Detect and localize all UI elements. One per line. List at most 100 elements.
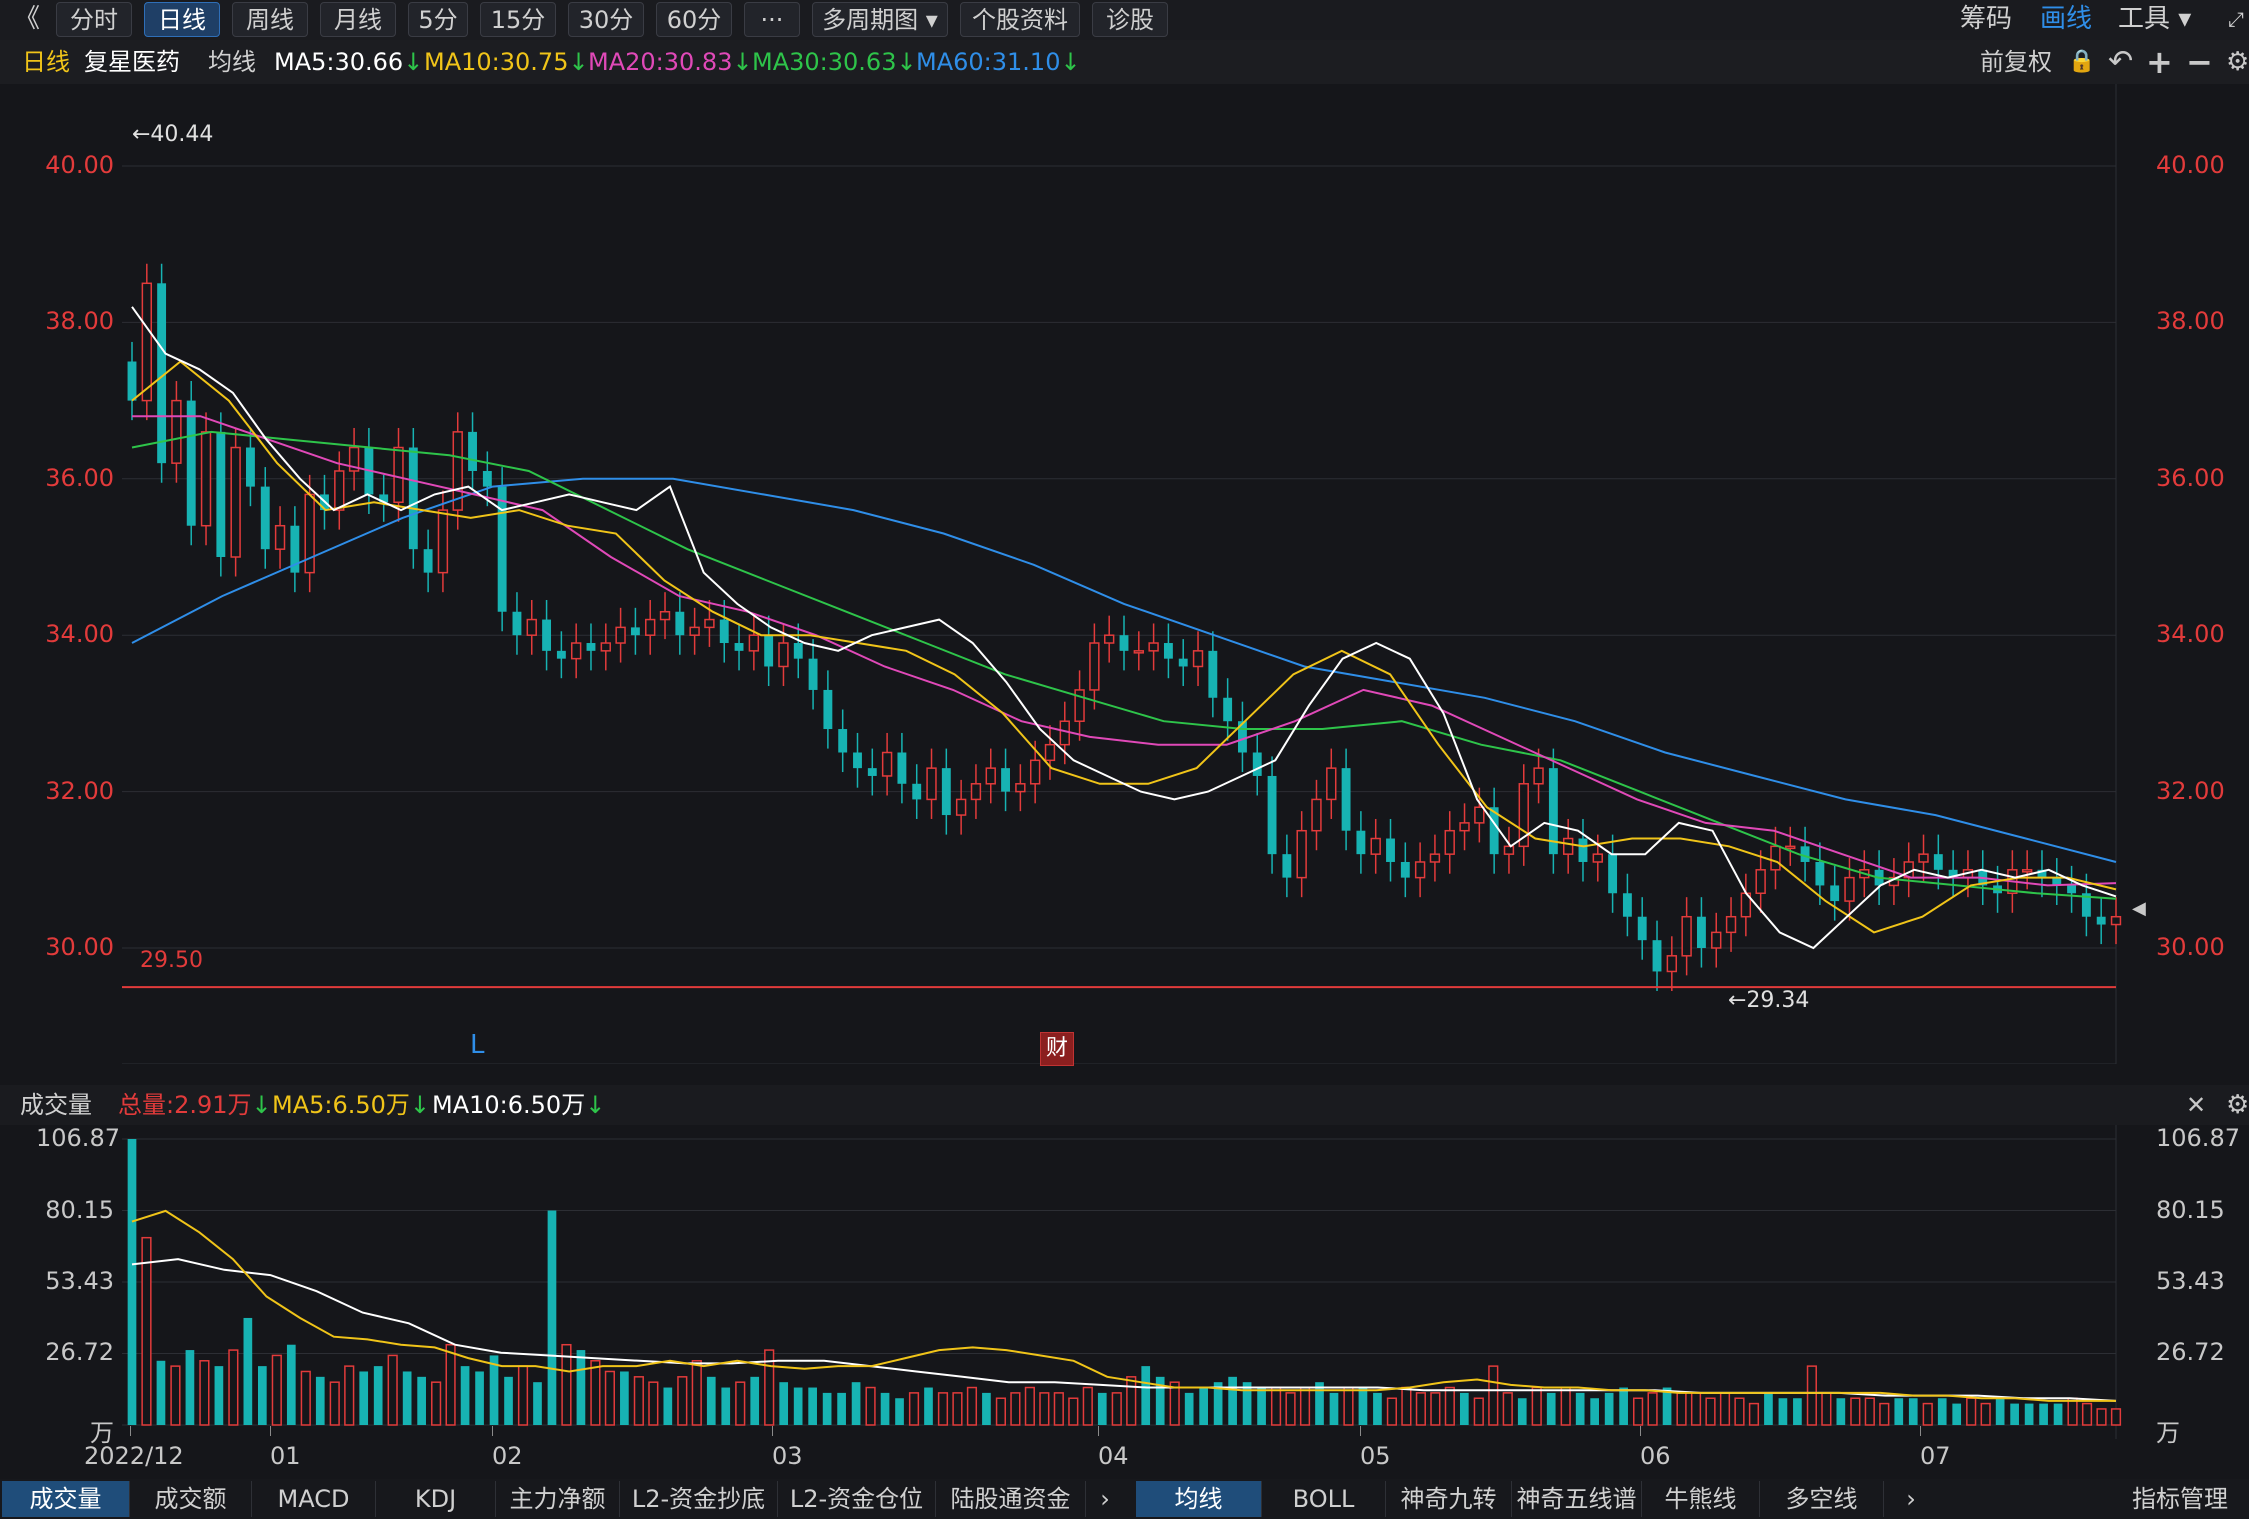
volume-bar[interactable]: [257, 1366, 267, 1425]
avg-label[interactable]: 均线: [208, 40, 256, 84]
volume-bar[interactable]: [1575, 1392, 1585, 1425]
candle-body[interactable]: [1474, 806, 1485, 824]
candle-body[interactable]: [838, 729, 848, 753]
volume-bar[interactable]: [228, 1349, 239, 1426]
volume-bar[interactable]: [1531, 1386, 1542, 1426]
candle-body[interactable]: [1059, 720, 1070, 746]
candle-body[interactable]: [186, 400, 196, 526]
volume-bar[interactable]: [359, 1371, 369, 1425]
candle-body[interactable]: [526, 618, 537, 636]
candle-body[interactable]: [1104, 634, 1115, 644]
candle-body[interactable]: [1696, 916, 1706, 948]
volume-bar[interactable]: [1270, 1386, 1282, 1426]
volume-gear-icon[interactable]: ⚙: [2226, 1085, 2249, 1125]
volume-bar[interactable]: [1908, 1398, 1918, 1425]
volume-bar[interactable]: [402, 1371, 412, 1425]
candle-body[interactable]: [482, 470, 492, 487]
candle-body[interactable]: [1918, 853, 1929, 863]
tools-button[interactable]: 工具 ▾: [2118, 2, 2191, 37]
volume-bar[interactable]: [1806, 1365, 1817, 1426]
volume-bar[interactable]: [1068, 1397, 1079, 1426]
candle-body[interactable]: [853, 752, 862, 769]
volume-bar[interactable]: [1329, 1392, 1339, 1425]
volume-bar[interactable]: [460, 1366, 470, 1425]
volume-bar[interactable]: [1415, 1392, 1426, 1426]
overlay-tab-3[interactable]: 神奇五线谱: [1512, 1481, 1642, 1517]
volume-bar[interactable]: [1966, 1397, 1977, 1426]
zoom-in-icon[interactable]: +: [2146, 40, 2173, 84]
candle-body[interactable]: [1356, 830, 1366, 855]
candle-body[interactable]: [823, 689, 833, 730]
candle-body[interactable]: [1578, 838, 1588, 862]
candle-body[interactable]: [468, 431, 477, 471]
volume-bar[interactable]: [1952, 1403, 1962, 1425]
candle-body[interactable]: [586, 643, 596, 651]
candle-body[interactable]: [1681, 915, 1692, 957]
volume-bar[interactable]: [2110, 1408, 2122, 1426]
tab-11[interactable]: 诊股: [1092, 2, 1168, 37]
volume-bar[interactable]: [837, 1392, 846, 1425]
indicator-tab-3[interactable]: KDJ: [376, 1481, 496, 1517]
volume-bar[interactable]: [1488, 1365, 1499, 1426]
volume-bar[interactable]: [1748, 1402, 1760, 1426]
candle-body[interactable]: [912, 783, 922, 800]
candle-body[interactable]: [1770, 845, 1781, 871]
candle-body[interactable]: [985, 767, 996, 785]
volume-bar[interactable]: [1039, 1392, 1050, 1426]
volume-bar[interactable]: [387, 1354, 398, 1426]
candle-body[interactable]: [570, 642, 582, 660]
overlay-tab-2[interactable]: 神奇九转: [1386, 1481, 1512, 1517]
candle-body[interactable]: [897, 752, 907, 784]
tab-8[interactable]: ···: [744, 2, 800, 37]
candle-body[interactable]: [748, 634, 760, 652]
volume-bar[interactable]: [1111, 1392, 1122, 1426]
candle-body[interactable]: [1370, 837, 1381, 855]
volume-bar[interactable]: [214, 1366, 224, 1425]
candle-body[interactable]: [2110, 915, 2122, 926]
volume-bar[interactable]: [1821, 1392, 1832, 1426]
indicator-tab-7[interactable]: 陆股通资金: [936, 1481, 1086, 1517]
l-marker[interactable]: L: [470, 1030, 485, 1060]
volume-bar[interactable]: [677, 1376, 688, 1426]
volume-bar[interactable]: [271, 1354, 282, 1426]
volume-bar[interactable]: [1473, 1397, 1484, 1426]
candle-body[interactable]: [246, 447, 255, 487]
volume-bar[interactable]: [2096, 1408, 2107, 1426]
volume-bar[interactable]: [533, 1382, 542, 1425]
volume-bar[interactable]: [822, 1392, 832, 1425]
candle-body[interactable]: [1533, 767, 1544, 785]
volume-bar[interactable]: [633, 1376, 644, 1426]
volume-bar[interactable]: [706, 1376, 716, 1425]
volume-bar[interactable]: [417, 1376, 426, 1425]
volume-bar[interactable]: [344, 1365, 355, 1426]
volume-bar[interactable]: [1010, 1392, 1021, 1426]
candle-body[interactable]: [141, 282, 152, 402]
candle-body[interactable]: [127, 361, 137, 401]
volume-bar[interactable]: [431, 1381, 442, 1426]
volume-bar[interactable]: [127, 1139, 137, 1425]
volume-bar[interactable]: [779, 1382, 789, 1425]
candle-body[interactable]: [1815, 861, 1825, 886]
candle-body[interactable]: [1414, 861, 1426, 879]
volume-bar[interactable]: [793, 1387, 803, 1425]
volume-bar[interactable]: [865, 1386, 876, 1426]
candle-body[interactable]: [1311, 798, 1322, 832]
volume-bar[interactable]: [170, 1365, 181, 1426]
volume-bar[interactable]: [1315, 1382, 1324, 1425]
candle-body[interactable]: [1830, 885, 1840, 902]
candle-body[interactable]: [1725, 915, 1737, 934]
candle-body[interactable]: [926, 767, 937, 801]
candle-body[interactable]: [1429, 853, 1441, 863]
candle-body[interactable]: [408, 447, 418, 550]
indicator-tab-6[interactable]: L2-资金仓位: [778, 1481, 936, 1517]
volume-bar[interactable]: [1879, 1402, 1890, 1426]
candle-body[interactable]: [423, 549, 433, 573]
volume-bar[interactable]: [1024, 1386, 1035, 1426]
candle-body[interactable]: [704, 618, 715, 629]
adjust-button[interactable]: 前复权: [1980, 40, 2052, 84]
volume-bar[interactable]: [1995, 1398, 2005, 1425]
volume-bar[interactable]: [329, 1381, 340, 1426]
volume-bar[interactable]: [286, 1344, 296, 1425]
candle-body[interactable]: [734, 643, 744, 651]
candle-body[interactable]: [675, 611, 685, 636]
